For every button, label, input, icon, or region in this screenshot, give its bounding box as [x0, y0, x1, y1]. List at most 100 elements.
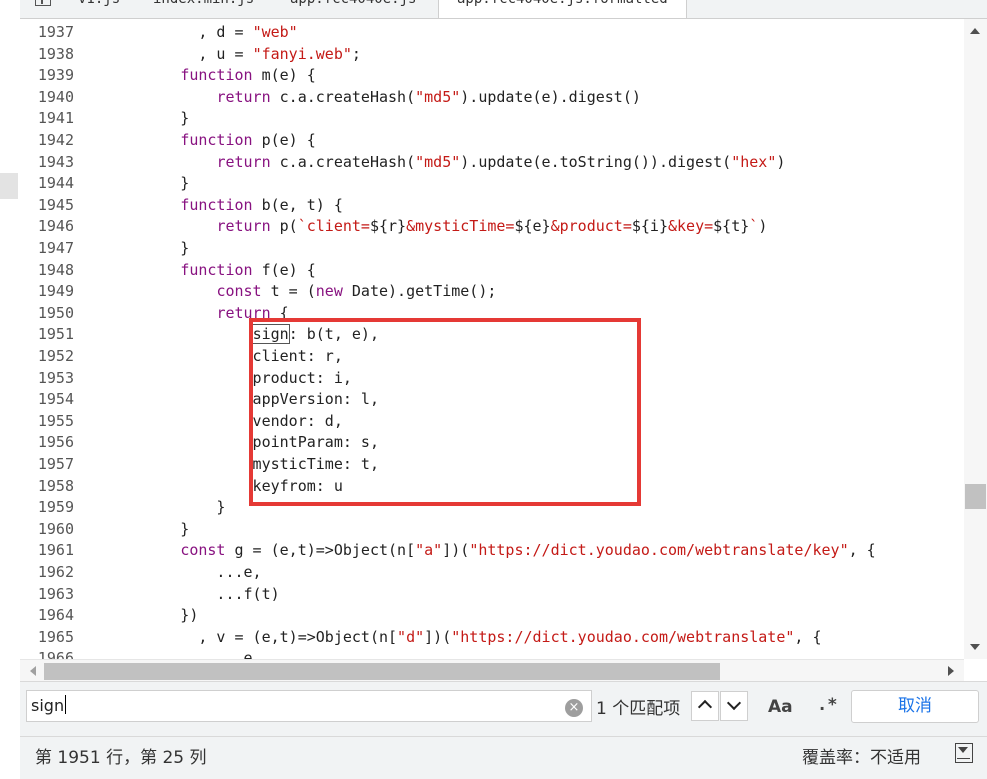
line-number[interactable]: 1965 — [20, 627, 74, 649]
line-number[interactable]: 1962 — [20, 562, 74, 584]
tab-v1-js[interactable]: v1.js — [78, 0, 120, 15]
code-line[interactable]: 1965 , v = (e,t)=>Object(n["d"])("https:… — [20, 627, 964, 649]
code-line[interactable]: 1966 ...e, — [20, 648, 964, 659]
code-line[interactable]: 1946 return p(`client=${r}&mysticTime=${… — [20, 216, 964, 238]
line-number[interactable]: 1940 — [20, 87, 74, 109]
line-number[interactable]: 1966 — [20, 648, 74, 659]
scroll-up-icon[interactable] — [970, 28, 980, 34]
tab-index-min-js[interactable]: index.min.js — [153, 0, 254, 15]
code-text: , u = "fanyi.web"; — [90, 44, 361, 66]
line-number[interactable]: 1954 — [20, 389, 74, 411]
line-number[interactable]: 1955 — [20, 411, 74, 433]
line-number[interactable]: 1944 — [20, 173, 74, 195]
code-token: , v = (e,t)=>Object(n[ — [90, 627, 398, 646]
code-line[interactable]: 1949 const t = (new Date).getTime(); — [20, 281, 964, 303]
line-number[interactable]: 1951 — [20, 324, 74, 346]
code-line[interactable]: 1942 function p(e) { — [20, 130, 964, 152]
code-line[interactable]: 1962 ...e, — [20, 562, 964, 584]
code-line[interactable]: 1939 function m(e) { — [20, 65, 964, 87]
line-number[interactable]: 1947 — [20, 238, 74, 260]
code-line[interactable]: 1943 return c.a.createHash("md5").update… — [20, 152, 964, 174]
code-token: "fanyi.web" — [252, 44, 352, 63]
code-token: &mysticTime= — [406, 217, 515, 236]
code-line[interactable]: 1945 function b(e, t) { — [20, 195, 964, 217]
line-number[interactable]: 1957 — [20, 454, 74, 476]
code-line[interactable]: 1940 return c.a.createHash("md5").update… — [20, 87, 964, 109]
code-token: ).update(e).digest() — [460, 87, 641, 106]
horizontal-scrollbar[interactable] — [20, 659, 964, 682]
line-number[interactable]: 1942 — [20, 130, 74, 152]
line-number[interactable]: 1958 — [20, 476, 74, 498]
next-match-button[interactable] — [720, 691, 748, 721]
scroll-left-icon[interactable] — [30, 666, 36, 676]
search-input[interactable]: sign — [26, 690, 592, 722]
code-token: `client= — [297, 217, 370, 236]
line-number[interactable]: 1943 — [20, 152, 74, 174]
line-number[interactable]: 1948 — [20, 260, 74, 282]
vertical-scroll-thumb[interactable] — [965, 484, 986, 509]
line-number[interactable]: 1945 — [20, 195, 74, 217]
code-text: const t = (new Date).getTime(); — [90, 281, 496, 303]
line-number[interactable]: 1953 — [20, 368, 74, 390]
code-token: return — [216, 152, 271, 171]
line-number[interactable]: 1938 — [20, 44, 74, 66]
code-text: , d = "web" — [90, 22, 297, 44]
code-line[interactable]: 1961 const g = (e,t)=>Object(n["a"])("ht… — [20, 540, 964, 562]
code-token: ) — [776, 152, 786, 171]
line-number[interactable]: 1937 — [20, 22, 74, 44]
code-text: } — [90, 519, 189, 541]
line-number[interactable]: 1956 — [20, 432, 74, 454]
line-number[interactable]: 1939 — [20, 65, 74, 87]
line-number[interactable]: 1960 — [20, 519, 74, 541]
line-number[interactable]: 1963 — [20, 584, 74, 606]
code-line[interactable]: 1937 , d = "web" — [20, 22, 964, 44]
code-token: , { — [794, 627, 822, 646]
code-token: ...e, — [90, 563, 262, 581]
vertical-scrollbar[interactable] — [964, 19, 987, 659]
code-token: ; — [351, 44, 361, 63]
code-line[interactable]: 1938 , u = "fanyi.web"; — [20, 44, 964, 66]
line-number[interactable]: 1949 — [20, 281, 74, 303]
code-line[interactable]: 1964 }) — [20, 605, 964, 627]
code-line[interactable]: 1944 } — [20, 173, 964, 195]
horizontal-scroll-thumb[interactable] — [44, 663, 720, 680]
cancel-button[interactable]: 取消 — [851, 690, 979, 723]
tab-app-js[interactable]: app.fcc4040e.js — [290, 0, 416, 15]
code-text: function b(e, t) { — [90, 195, 343, 217]
line-number[interactable]: 1946 — [20, 216, 74, 238]
regex-button[interactable]: .* — [817, 695, 837, 715]
code-token: ${r} — [369, 217, 407, 236]
match-case-button[interactable]: Aa — [768, 697, 793, 717]
code-line[interactable]: 1941 } — [20, 108, 964, 130]
line-number[interactable]: 1941 — [20, 108, 74, 130]
scroll-down-icon[interactable] — [970, 644, 980, 650]
code-token: &key= — [668, 217, 714, 236]
coverage-status[interactable]: 覆盖率：不适用 — [802, 743, 921, 768]
tab-app-js-formatted[interactable]: app.fcc4040e.js:formatted — [438, 0, 687, 18]
code-text: } — [90, 173, 189, 195]
coverage-drawer-icon[interactable] — [955, 743, 973, 763]
code-line[interactable]: 1947 } — [20, 238, 964, 260]
code-line[interactable]: 1960 } — [20, 519, 964, 541]
code-token: "a" — [415, 541, 443, 560]
line-number[interactable]: 1961 — [20, 540, 74, 562]
code-line[interactable]: 1963 ...f(t) — [20, 584, 964, 606]
line-number[interactable]: 1959 — [20, 497, 74, 519]
line-number[interactable]: 1964 — [20, 605, 74, 627]
clear-search-icon[interactable]: × — [565, 699, 583, 717]
code-token: const — [216, 282, 262, 301]
sidebar-toggle-icon[interactable] — [35, 0, 51, 6]
annotation-red-box — [249, 318, 641, 506]
scroll-right-icon[interactable] — [948, 666, 954, 676]
code-line[interactable]: 1948 function f(e) { — [20, 260, 964, 282]
code-text: } — [90, 108, 189, 130]
line-number[interactable]: 1950 — [20, 303, 74, 325]
previous-match-button[interactable] — [691, 691, 719, 721]
code-token: &product= — [550, 217, 632, 236]
line-number[interactable]: 1952 — [20, 346, 74, 368]
code-token: ).update(e.toString()).digest( — [460, 152, 732, 171]
status-bar: 第 1951 行，第 25 列 覆盖率：不适用 — [20, 736, 987, 779]
